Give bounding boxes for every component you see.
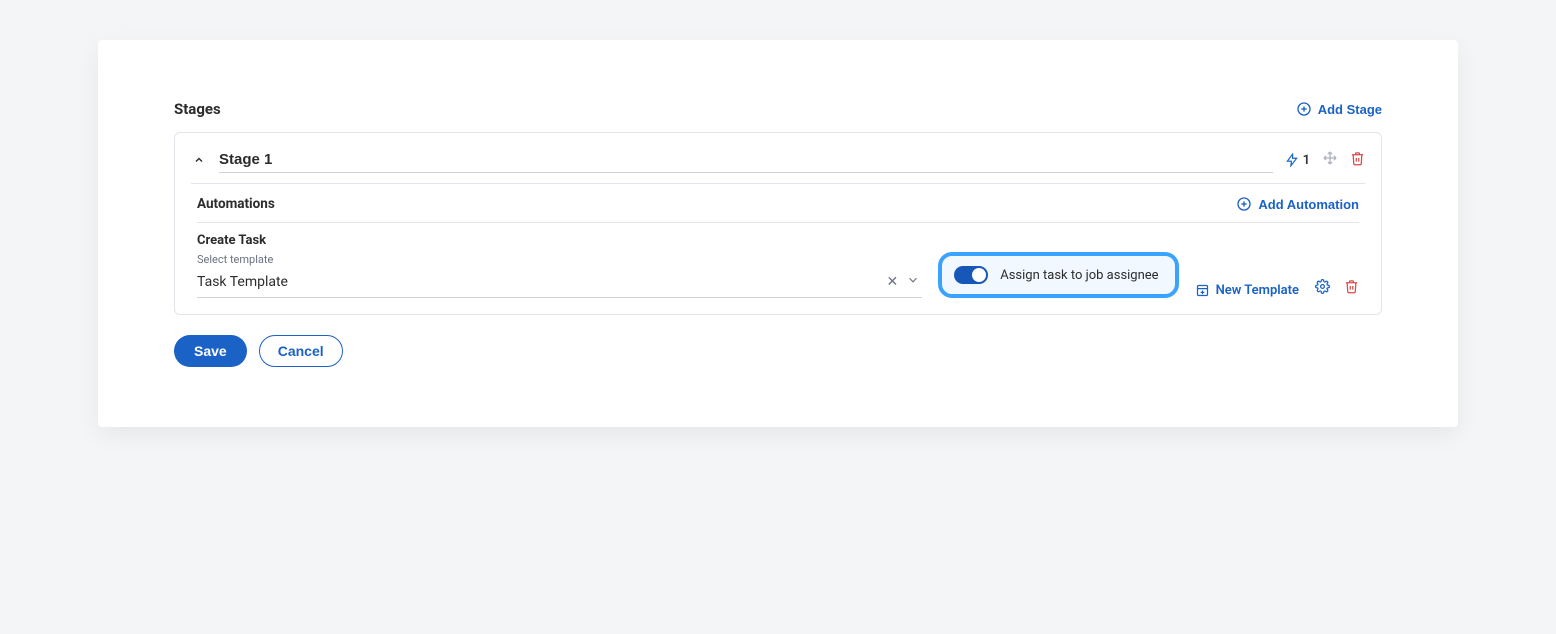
delete-automation-icon[interactable] bbox=[1344, 279, 1359, 298]
toggle-knob bbox=[972, 268, 986, 282]
stage-row: 1 bbox=[191, 147, 1365, 184]
assign-toggle-label: Assign task to job assignee bbox=[1000, 268, 1158, 283]
add-stage-button[interactable]: Add Stage bbox=[1296, 101, 1382, 117]
stages-title: Stages bbox=[174, 100, 221, 118]
add-automation-label: Add Automation bbox=[1258, 197, 1359, 212]
template-select-field: Task Template ✕ bbox=[197, 268, 922, 298]
delete-stage-icon[interactable] bbox=[1350, 151, 1365, 170]
automation-type-label: Create Task bbox=[197, 233, 1359, 248]
footer-buttons: Save Cancel bbox=[174, 335, 1382, 367]
template-select-label: Select template bbox=[197, 253, 922, 266]
new-template-button[interactable]: New Template bbox=[1195, 283, 1299, 298]
chevron-up-icon[interactable] bbox=[191, 152, 207, 168]
save-button[interactable]: Save bbox=[174, 335, 247, 367]
stage-action-icons: 1 bbox=[1285, 150, 1365, 170]
chevron-down-icon[interactable] bbox=[904, 272, 922, 291]
template-select-value: Task Template bbox=[197, 274, 881, 290]
template-select[interactable]: Select template Task Template ✕ bbox=[197, 253, 922, 298]
stage-panel: 1 bbox=[174, 132, 1382, 315]
template-icon bbox=[1195, 283, 1210, 298]
new-template-label: New Template bbox=[1216, 283, 1299, 298]
gear-icon[interactable] bbox=[1315, 279, 1330, 298]
stages-header: Stages Add Stage bbox=[174, 100, 1382, 118]
automation-item: Create Task Select template Task Templat… bbox=[197, 233, 1359, 298]
plus-circle-icon bbox=[1236, 196, 1252, 212]
automation-row-icons bbox=[1315, 279, 1359, 298]
drag-handle-icon[interactable] bbox=[1322, 150, 1338, 170]
automation-form-row: Select template Task Template ✕ bbox=[197, 252, 1359, 298]
plus-circle-icon bbox=[1296, 101, 1312, 117]
add-stage-label: Add Stage bbox=[1318, 102, 1382, 117]
clear-icon[interactable]: ✕ bbox=[881, 274, 905, 290]
automations-bolt-button[interactable]: 1 bbox=[1285, 153, 1310, 168]
automations-title: Automations bbox=[197, 196, 275, 212]
stages-card: Stages Add Stage bbox=[98, 40, 1458, 427]
automations-header: Automations Add Automation bbox=[197, 184, 1359, 223]
assign-toggle[interactable] bbox=[954, 266, 988, 284]
assign-toggle-highlight: Assign task to job assignee bbox=[938, 252, 1178, 298]
automation-count: 1 bbox=[1303, 153, 1310, 168]
add-automation-button[interactable]: Add Automation bbox=[1236, 196, 1359, 212]
cancel-button[interactable]: Cancel bbox=[259, 335, 343, 367]
stage-name-input[interactable] bbox=[219, 147, 1273, 173]
